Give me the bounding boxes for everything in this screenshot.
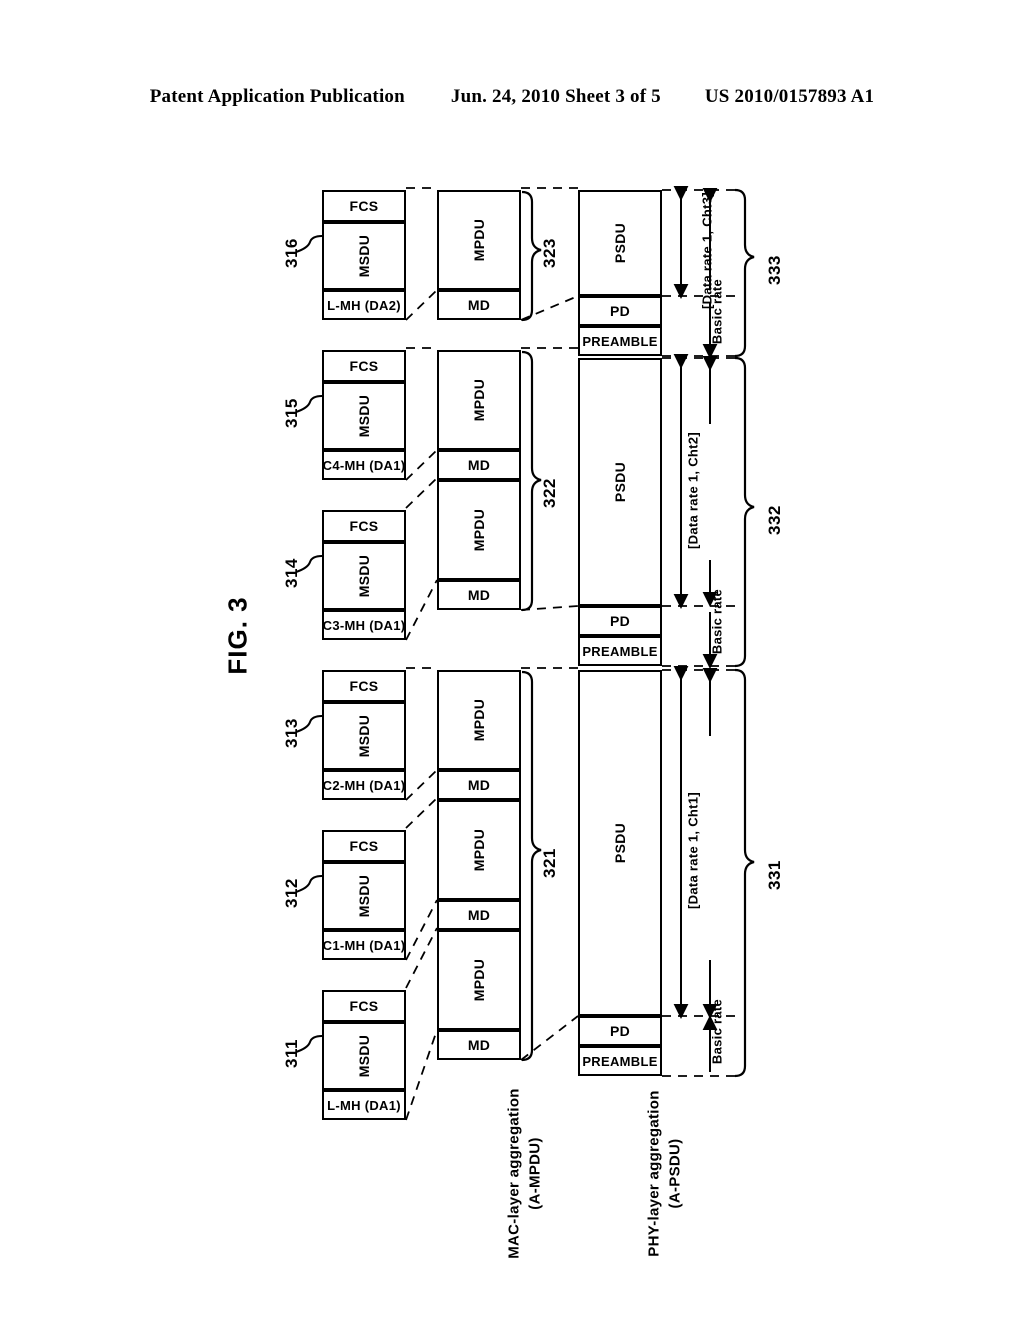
preamble-field-331: PREAMBLE	[578, 1046, 662, 1076]
ampdu-group-braces	[521, 190, 542, 1062]
mac-header-field-313: C2-MH (DA1)	[322, 770, 406, 800]
md-field-321-1: MD	[437, 770, 521, 800]
md-field-321-2: MD	[437, 900, 521, 930]
msdu-label: MSDU	[356, 1034, 372, 1078]
pd-label: PD	[609, 303, 631, 319]
ref-numeral-333: 333	[765, 255, 784, 285]
ref-numeral-316: 316	[282, 238, 301, 268]
mpdu-field-323-1: MPDU	[437, 190, 521, 290]
msdu-field-314: MSDU	[322, 542, 406, 610]
psdu-field-331: PSDU	[578, 670, 662, 1016]
md-field-323-1: MD	[437, 290, 521, 320]
msdu-label: MSDU	[356, 714, 372, 758]
basic-rate-label-333: Basic rate	[709, 278, 725, 345]
msdu-field-313: MSDU	[322, 702, 406, 770]
mac-aggregation-caption: MAC-layer aggregation	[505, 1088, 523, 1259]
preamble-label: PREAMBLE	[582, 333, 658, 349]
ref-leader-lines	[295, 235, 323, 1053]
psdu-label: PSDU	[612, 461, 628, 503]
ref-numeral-332: 332	[765, 505, 784, 535]
apsdu-group-braces	[734, 188, 755, 1078]
ref-numeral-312: 312	[282, 878, 301, 908]
psdu-field-332: PSDU	[578, 358, 662, 606]
ref-numeral-311: 311	[282, 1039, 301, 1068]
preamble-field-332: PREAMBLE	[578, 636, 662, 666]
pd-label: PD	[609, 613, 631, 629]
preamble-field-333: PREAMBLE	[578, 326, 662, 356]
mpdu-field-322-1: MPDU	[437, 350, 521, 450]
ref-numeral-315: 315	[282, 398, 301, 428]
mpdu-field-321-1: MPDU	[437, 670, 521, 770]
mac-header-field-311: L-MH (DA1)	[322, 1090, 406, 1120]
mac-header-field-314: C3-MH (DA1)	[322, 610, 406, 640]
md-label: MD	[467, 907, 491, 923]
mpdu-field-321-3: MPDU	[437, 930, 521, 1030]
header-right-text: US 2010/0157893 A1	[704, 86, 875, 107]
data-rate-label-331: [Data rate 1, Cht1]	[685, 792, 701, 909]
mpdu-label: MPDU	[471, 958, 487, 1002]
ref-numeral-313: 313	[282, 718, 301, 748]
basic-rate-label-332: Basic rate	[709, 588, 725, 655]
phy-aggregation-caption: PHY-layer aggregation	[645, 1090, 663, 1257]
msdu-label: MSDU	[356, 394, 372, 438]
patent-figure-page: Patent Application Publication Jun. 24, …	[0, 0, 1024, 1320]
projection-lines-mpdu-to-psdu	[520, 187, 579, 1061]
mac-header-label: C3-MH (DA1)	[322, 617, 406, 633]
mac-header-field-315: C4-MH (DA1)	[322, 450, 406, 480]
pd-field-331: PD	[578, 1016, 662, 1046]
mac-header-field-316: L-MH (DA2)	[322, 290, 406, 320]
mac-header-label: L-MH (DA1)	[327, 1097, 401, 1113]
md-field-322-2: MD	[437, 580, 521, 610]
msdu-label: MSDU	[356, 874, 372, 918]
md-label: MD	[467, 777, 491, 793]
msdu-label: MSDU	[356, 554, 372, 598]
ref-numeral-331: 331	[765, 860, 784, 890]
msdu-field-316: MSDU	[322, 222, 406, 290]
psdu-field-333: PSDU	[578, 190, 662, 296]
pd-field-332: PD	[578, 606, 662, 636]
ref-numeral-314: 314	[282, 558, 301, 588]
psdu-label: PSDU	[612, 222, 628, 264]
preamble-label: PREAMBLE	[582, 643, 658, 659]
data-rate-label-332: [Data rate 1, Cht2]	[685, 432, 701, 549]
mpdu-label: MPDU	[471, 378, 487, 422]
md-label: MD	[467, 1037, 491, 1053]
ref-numeral-323: 323	[540, 238, 559, 268]
msdu-label: MSDU	[356, 234, 372, 278]
pd-label: PD	[609, 1023, 631, 1039]
figure-label: FIG. 3	[222, 596, 253, 675]
mpdu-label: MPDU	[471, 218, 487, 262]
mpdu-label: MPDU	[471, 698, 487, 742]
basic-rate-label-331: Basic rate	[709, 998, 725, 1065]
md-label: MD	[467, 587, 491, 603]
msdu-field-315: MSDU	[322, 382, 406, 450]
mac-header-label: L-MH (DA2)	[327, 297, 401, 313]
md-field-321-3: MD	[437, 1030, 521, 1060]
md-label: MD	[467, 297, 491, 313]
msdu-field-311: MSDU	[322, 1022, 406, 1090]
phy-aggregation-subcaption: (A-PSDU)	[666, 1138, 684, 1209]
psdu-label: PSDU	[612, 822, 628, 864]
mac-header-label: C1-MH (DA1)	[322, 937, 406, 953]
mac-aggregation-subcaption: (A-MPDU)	[526, 1137, 544, 1210]
pd-field-333: PD	[578, 296, 662, 326]
page-header: Patent Application Publication Jun. 24, …	[0, 86, 1024, 108]
preamble-label: PREAMBLE	[582, 1053, 658, 1069]
header-left-text: Patent Application Publication	[149, 86, 405, 107]
mac-header-label: C4-MH (DA1)	[322, 457, 406, 473]
msdu-field-312: MSDU	[322, 862, 406, 930]
mac-header-label: C2-MH (DA1)	[322, 777, 406, 793]
mac-header-field-312: C1-MH (DA1)	[322, 930, 406, 960]
header-center-text: Jun. 24, 2010 Sheet 3 of 5	[450, 86, 661, 107]
